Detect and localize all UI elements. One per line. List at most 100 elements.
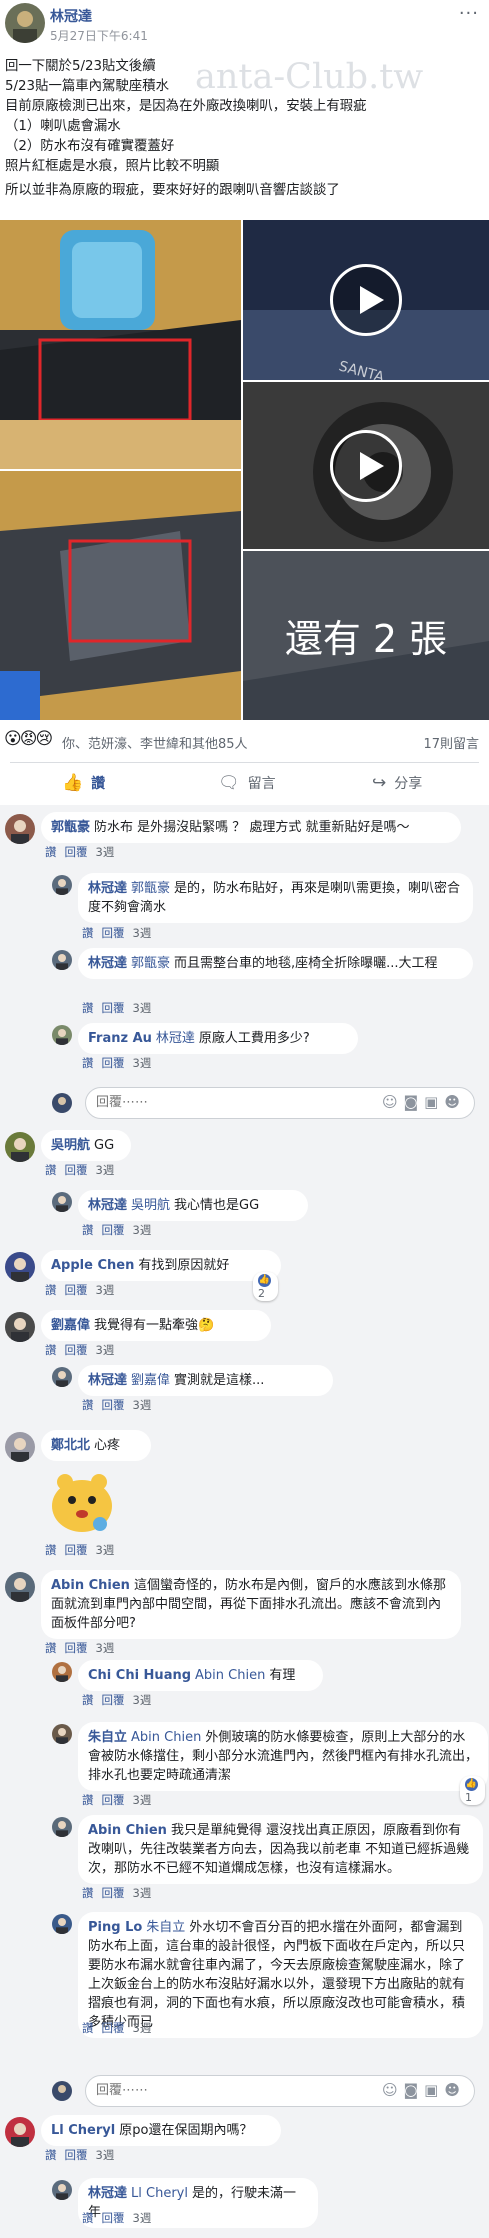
mention-tag[interactable]: Ll Cheryl <box>131 2186 188 2201</box>
more-options-icon[interactable]: ··· <box>459 3 479 24</box>
mention-tag[interactable]: 劉嘉偉 <box>131 1373 170 1388</box>
emoji-icon[interactable]: ☺ <box>382 1093 404 1111</box>
comment-like-link[interactable]: 讚 <box>82 1886 94 1900</box>
comment-like-link[interactable]: 讚 <box>82 1793 94 1807</box>
comment-time[interactable]: 3週 <box>133 2211 152 2225</box>
gif-icon[interactable]: ▣ <box>424 2081 444 2099</box>
commenter-name[interactable]: Franz Au <box>88 1031 152 1046</box>
comment-time[interactable]: 3週 <box>133 1001 152 1015</box>
comment-reply-link[interactable]: 回覆 <box>65 2148 88 2162</box>
sticker-icon[interactable]: ☻ <box>444 2081 466 2099</box>
commenter-name[interactable]: 吳明航 <box>51 1138 90 1153</box>
commenter-name[interactable]: Ping Lo <box>88 1920 142 1935</box>
commenter-avatar[interactable] <box>5 2117 35 2147</box>
comment-like-link[interactable]: 讚 <box>82 1223 94 1237</box>
commenter-name[interactable]: Chi Chi Huang <box>88 1668 191 1683</box>
comment-reply-link[interactable]: 回覆 <box>102 1223 125 1237</box>
commenter-name[interactable]: 林冠達 <box>88 2186 127 2201</box>
comment-time[interactable]: 3週 <box>133 1398 152 1412</box>
commenter-name[interactable]: 郭甑豪 <box>51 820 90 835</box>
mention-tag[interactable]: 郭甑豪 <box>131 956 170 971</box>
comment-like-link[interactable]: 讚 <box>82 2021 94 2035</box>
reaction-emoji-icons[interactable]: 😮😡😢 <box>4 729 53 749</box>
like-count-badge[interactable]: 👍1 <box>460 1776 485 1805</box>
comment-reply-link[interactable]: 回覆 <box>102 1001 125 1015</box>
more-photos-count[interactable]: 還有 2 張 <box>243 551 489 720</box>
like-button[interactable]: 👍 讚 <box>62 773 105 793</box>
commenter-avatar[interactable] <box>52 1025 72 1045</box>
comment-like-link[interactable]: 讚 <box>45 2148 57 2162</box>
share-button[interactable]: ↪ 分享 <box>372 773 422 793</box>
commenter-avatar[interactable] <box>5 1252 35 1282</box>
comment-time[interactable]: 3週 <box>133 1793 152 1807</box>
sticker-icon[interactable]: ☻ <box>444 1093 466 1111</box>
mention-tag[interactable]: 郭甑豪 <box>131 881 170 896</box>
commenter-name[interactable]: 林冠達 <box>88 1373 127 1388</box>
commenter-name[interactable]: 劉嘉偉 <box>51 1318 90 1333</box>
commenter-name[interactable]: Abin Chien <box>88 1823 167 1838</box>
comment-time[interactable]: 3週 <box>96 1641 115 1655</box>
comment-reply-link[interactable]: 回覆 <box>102 2021 125 2035</box>
commenter-avatar[interactable] <box>52 1662 72 1682</box>
video-tile[interactable] <box>243 382 489 549</box>
commenter-avatar[interactable] <box>52 1367 72 1387</box>
comment-reply-link[interactable]: 回覆 <box>102 1886 125 1900</box>
my-avatar[interactable] <box>52 2081 72 2101</box>
commenter-name[interactable]: Apple Chen <box>51 1258 134 1273</box>
commenter-avatar[interactable] <box>52 1817 72 1837</box>
comment-time[interactable]: 3週 <box>133 1056 152 1070</box>
comment-like-link[interactable]: 讚 <box>45 845 57 859</box>
play-button-icon[interactable] <box>330 264 402 336</box>
commenter-avatar[interactable] <box>52 1192 72 1212</box>
photo-tile[interactable] <box>0 220 241 469</box>
post-author[interactable]: 林冠達 <box>50 6 92 26</box>
commenter-avatar[interactable] <box>5 1132 35 1162</box>
commenter-avatar[interactable] <box>52 950 72 970</box>
comment-like-link[interactable]: 讚 <box>82 2211 94 2225</box>
author-avatar[interactable] <box>5 3 45 43</box>
comment-reply-link[interactable]: 回覆 <box>65 845 88 859</box>
comment-time[interactable]: 3週 <box>133 2021 152 2035</box>
commenter-name[interactable]: 林冠達 <box>88 881 127 896</box>
mention-tag[interactable]: 朱自立 <box>146 1920 185 1935</box>
commenter-avatar[interactable] <box>5 1572 35 1602</box>
commenter-name[interactable]: 林冠達 <box>88 956 127 971</box>
comment-time[interactable]: 3週 <box>133 1886 152 1900</box>
comment-time[interactable]: 3週 <box>96 845 115 859</box>
reply-input-box[interactable]: ☺◙▣☻ <box>85 1087 475 1119</box>
commenter-name[interactable]: Ll Cheryl <box>51 2123 115 2138</box>
like-count-badge[interactable]: 👍2 <box>253 1272 278 1301</box>
comment-reply-link[interactable]: 回覆 <box>65 1283 88 1297</box>
comment-reply-link[interactable]: 回覆 <box>65 1343 88 1357</box>
my-avatar[interactable] <box>52 1093 72 1113</box>
mention-tag[interactable]: 林冠達 <box>156 1031 195 1046</box>
emoji-icon[interactable]: ☺ <box>382 2081 404 2099</box>
commenter-name[interactable]: 鄭北北 <box>51 1438 90 1453</box>
comment-time[interactable]: 3週 <box>133 1223 152 1237</box>
commenter-avatar[interactable] <box>5 1312 35 1342</box>
comment-like-link[interactable]: 讚 <box>82 1693 94 1707</box>
photo-tile-more[interactable]: 還有 2 張 <box>243 551 489 720</box>
mention-tag[interactable]: Abin Chien <box>195 1668 265 1683</box>
comment-time[interactable]: 3週 <box>133 926 152 940</box>
comment-like-link[interactable]: 讚 <box>82 1001 94 1015</box>
comment-reply-link[interactable]: 回覆 <box>102 1056 125 1070</box>
comment-like-link[interactable]: 讚 <box>45 1543 57 1557</box>
comment-reply-link[interactable]: 回覆 <box>102 926 125 940</box>
play-button-icon[interactable] <box>330 429 402 502</box>
comment-reply-link[interactable]: 回覆 <box>65 1641 88 1655</box>
reply-input[interactable] <box>96 1095 256 1110</box>
video-tile[interactable]: SANTA <box>243 220 489 380</box>
commenter-name[interactable]: 朱自立 <box>88 1730 127 1745</box>
camera-icon[interactable]: ◙ <box>404 1093 425 1111</box>
comment-like-link[interactable]: 讚 <box>82 926 94 940</box>
comment-reply-link[interactable]: 回覆 <box>65 1543 88 1557</box>
comment-time[interactable]: 3週 <box>133 1693 152 1707</box>
comment-time[interactable]: 3週 <box>96 2148 115 2162</box>
reply-input-box[interactable]: ☺◙▣☻ <box>85 2075 475 2107</box>
comment-reply-link[interactable]: 回覆 <box>102 2211 125 2225</box>
commenter-avatar[interactable] <box>5 814 35 844</box>
reaction-summary[interactable]: 你、范妍濠、李世緯和其他85人 <box>62 733 248 752</box>
comments-count[interactable]: 17則留言 <box>423 733 479 752</box>
camera-icon[interactable]: ◙ <box>404 2081 425 2099</box>
